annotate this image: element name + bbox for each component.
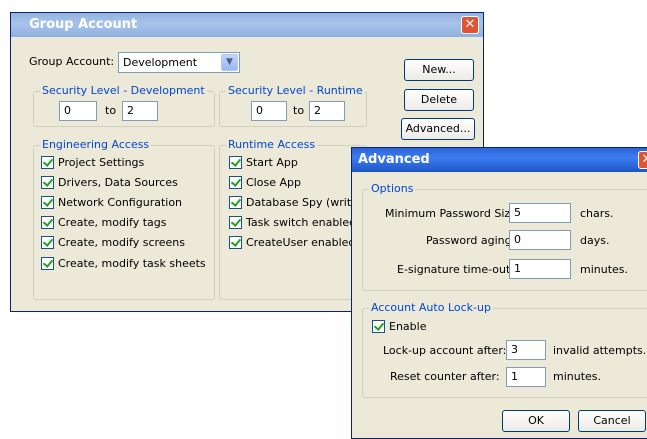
- chk-createuser-enabled[interactable]: CreateUser enabled: [229, 236, 355, 249]
- account-lockup-title: Account Auto Lock-up: [369, 301, 493, 314]
- close-icon[interactable]: ✕: [461, 16, 479, 34]
- group-account-select[interactable]: Development ▼: [118, 52, 240, 73]
- advanced-button[interactable]: Advanced...: [401, 118, 475, 140]
- dev-level-from-input[interactable]: 0: [59, 101, 97, 121]
- lockup-after-input[interactable]: 3: [506, 340, 546, 360]
- security-level-runtime-title: Security Level - Runtime: [226, 84, 365, 97]
- group-account-value: Development: [123, 56, 198, 69]
- chk-enable-lockup[interactable]: Enable: [372, 320, 426, 333]
- checkbox[interactable]: [229, 196, 242, 209]
- chk-project-settings[interactable]: Project Settings: [41, 156, 144, 169]
- close-icon[interactable]: ✕: [638, 151, 647, 169]
- reset-counter-input[interactable]: 1: [506, 367, 546, 387]
- reset-counter-label: Reset counter after:: [390, 370, 500, 383]
- chk-create-modify-screens[interactable]: Create, modify screens: [41, 236, 185, 249]
- password-aging-label: Password aging:: [426, 234, 516, 247]
- esignature-timeout-unit: minutes.: [580, 263, 629, 276]
- checkbox[interactable]: [41, 156, 54, 169]
- lockup-after-label: Lock-up account after:: [383, 344, 507, 357]
- password-aging-input[interactable]: 0: [509, 230, 571, 250]
- chk-drivers-data-sources[interactable]: Drivers, Data Sources: [41, 176, 178, 189]
- group-account-titlebar[interactable]: Group Account ✕: [11, 13, 483, 37]
- run-level-to-input[interactable]: 2: [309, 101, 345, 121]
- advanced-title: Advanced: [358, 152, 430, 167]
- checkbox[interactable]: [229, 216, 242, 229]
- lockup-after-unit: invalid attempts.: [553, 344, 647, 357]
- password-aging-unit: days.: [580, 234, 610, 247]
- group-account-title: Group Account: [29, 17, 138, 32]
- checkbox[interactable]: [372, 320, 385, 333]
- checkbox[interactable]: [41, 216, 54, 229]
- advanced-dialog: Advanced ✕ Options Minimum Password Size…: [351, 147, 647, 439]
- checkbox[interactable]: [41, 257, 54, 270]
- chk-network-configuration[interactable]: Network Configuration: [41, 196, 182, 209]
- min-password-size-unit: chars.: [580, 207, 614, 220]
- checkbox[interactable]: [41, 176, 54, 189]
- delete-button[interactable]: Delete: [404, 89, 474, 111]
- run-level-from-input[interactable]: 0: [251, 101, 287, 121]
- advanced-titlebar[interactable]: Advanced ✕: [352, 148, 647, 172]
- engineering-access-title: Engineering Access: [40, 138, 152, 151]
- cancel-button[interactable]: Cancel: [578, 410, 646, 432]
- reset-counter-unit: minutes.: [553, 370, 602, 383]
- chk-close-app[interactable]: Close App: [229, 176, 301, 189]
- checkbox[interactable]: [41, 236, 54, 249]
- group-account-label: Group Account:: [29, 55, 115, 68]
- checkbox[interactable]: [229, 236, 242, 249]
- new-button[interactable]: New...: [404, 59, 474, 81]
- chk-create-modify-task-sheets[interactable]: Create, modify task sheets: [41, 257, 206, 270]
- runtime-access-title: Runtime Access: [226, 138, 318, 151]
- min-password-size-input[interactable]: 5: [509, 203, 571, 223]
- chk-start-app[interactable]: Start App: [229, 156, 298, 169]
- esignature-timeout-label: E-signature time-out:: [397, 263, 514, 276]
- run-to-label: to: [293, 104, 305, 117]
- checkbox[interactable]: [229, 156, 242, 169]
- ok-button[interactable]: OK: [502, 410, 570, 432]
- checkbox[interactable]: [229, 176, 242, 189]
- dev-level-to-input[interactable]: 2: [122, 101, 158, 121]
- dev-to-label: to: [105, 104, 117, 117]
- esignature-timeout-input[interactable]: 1: [509, 259, 571, 279]
- checkbox[interactable]: [41, 196, 54, 209]
- chk-database-spy-write[interactable]: Database Spy (write): [229, 196, 362, 209]
- security-level-development-title: Security Level - Development: [40, 84, 207, 97]
- chk-create-modify-tags[interactable]: Create, modify tags: [41, 216, 166, 229]
- chk-task-switch-enabled[interactable]: Task switch enabled: [229, 216, 356, 229]
- options-title: Options: [369, 182, 416, 195]
- chevron-down-icon[interactable]: ▼: [221, 54, 238, 71]
- min-password-size-label: Minimum Password Size:: [385, 207, 521, 220]
